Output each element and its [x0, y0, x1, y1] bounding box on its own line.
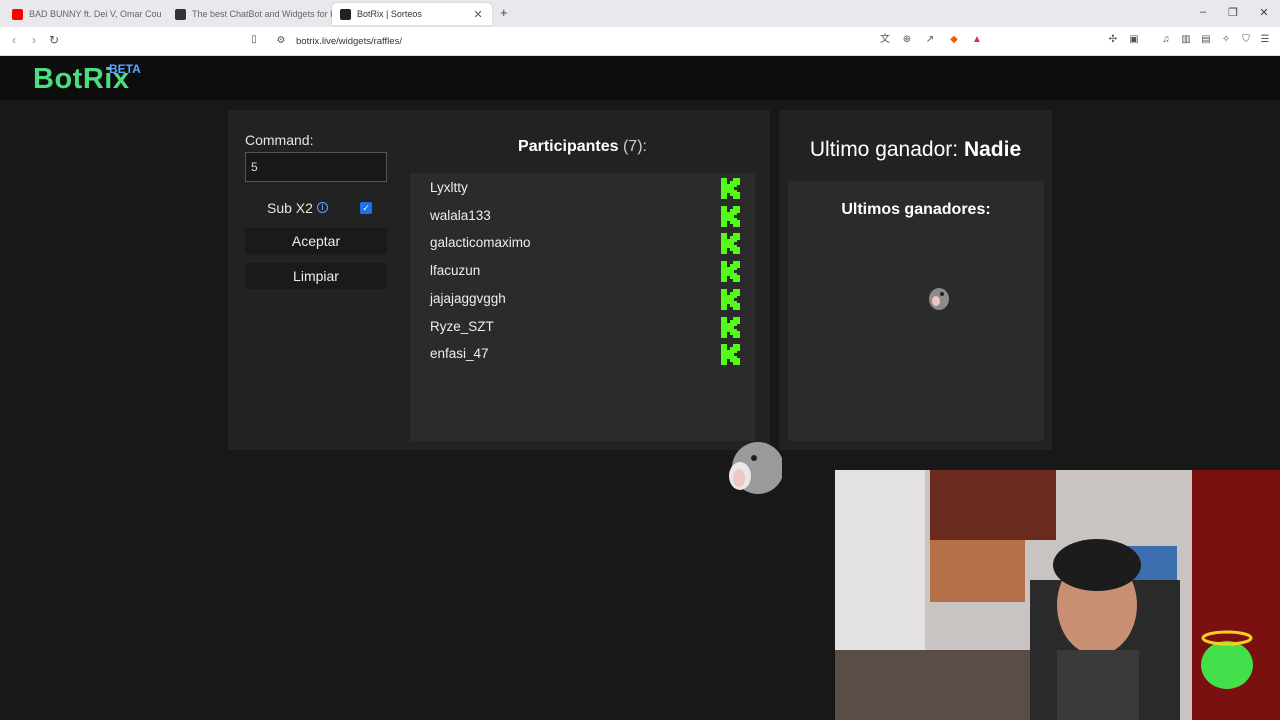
top-navbar: BotRix BETA: [0, 56, 1280, 100]
beta-badge: BETA: [109, 62, 141, 76]
participant-item: Ryze_SZT: [430, 316, 740, 339]
participants-count: (7):: [622, 138, 647, 155]
tab-title: BAD BUNNY ft. Dei V, Omar Cou: [29, 9, 162, 19]
fish-icon: [929, 288, 949, 310]
restore-icon[interactable]: ❐: [1225, 6, 1241, 19]
participant-item: enfasi_47: [430, 344, 740, 366]
youtube-icon: [12, 8, 23, 20]
page: BotRix BETA Command: Sub X2 i ✓ Aceptar …: [0, 56, 1280, 720]
winners-list: Ultimos ganadores:: [788, 181, 1044, 441]
participant-name: Lyxltty: [430, 180, 468, 195]
participants-title-text: Participantes: [518, 138, 619, 155]
last-winner-name: Nadie: [963, 138, 1022, 161]
zoom-icon[interactable]: ⊕: [901, 34, 913, 46]
browser-toolbar: ‹ › ↻ ▯ ⚙ botrix.live/widgets/raffles/ 文…: [0, 27, 1280, 56]
browser-tab-bar: BAD BUNNY ft. Dei V, Omar Cou The best C…: [0, 0, 1280, 27]
participant-name: enfasi_47: [430, 346, 489, 362]
participant-name: Ryze_SZT: [430, 318, 494, 334]
leo-ai-icon[interactable]: ✧: [1220, 34, 1232, 46]
participant-item: Lyxltty: [430, 178, 740, 200]
winners-panel: Ultimo ganador: Nadie Ultimos ganadores:: [779, 110, 1052, 450]
last-winner-label: Ultimo ganador:: [809, 138, 959, 161]
forward-icon[interactable]: ›: [26, 33, 42, 47]
kick-icon: [721, 344, 740, 366]
webcam-image: [835, 470, 1280, 720]
command-input[interactable]: [245, 152, 387, 182]
botrix-favicon-icon: [175, 8, 186, 20]
participant-name: galacticomaximo: [430, 235, 531, 251]
webcam-overlay: [835, 470, 1280, 720]
kick-icon: [721, 205, 740, 227]
bookmark-icon[interactable]: ▯: [248, 34, 260, 46]
winners-list-title: Ultimos ganadores:: [841, 201, 991, 218]
participants-list: Lyxltty walala133 galacticomaximo lfacuzun j…: [410, 173, 755, 441]
participant-item: galacticomaximo: [430, 233, 740, 255]
extensions-icon[interactable]: ✣: [1107, 34, 1119, 46]
kick-icon: [721, 233, 740, 255]
kick-icon: [721, 261, 740, 283]
new-tab-icon[interactable]: +: [500, 5, 508, 20]
sub-x2-row: Sub X2 i ✓: [245, 198, 387, 218]
share-icon[interactable]: ↗: [924, 34, 936, 46]
clear-button[interactable]: Limpiar: [245, 263, 387, 289]
kick-icon: [721, 178, 740, 199]
participant-name: jajajaggvggh: [430, 290, 506, 306]
vpn-icon[interactable]: ⛉: [1240, 34, 1252, 46]
kick-icon: [721, 288, 740, 310]
tab-title: The best ChatBot and Widgets for K: [192, 9, 332, 19]
minimize-icon[interactable]: –: [1195, 6, 1211, 18]
accept-button[interactable]: Aceptar: [245, 228, 387, 254]
sub-x2-label: Sub X2: [267, 200, 313, 216]
translate-icon[interactable]: 文: [879, 34, 891, 46]
participant-item: lfacuzun: [430, 261, 740, 283]
last-winner: Ultimo ganador: Nadie: [779, 138, 1052, 162]
site-settings-icon[interactable]: ⚙: [275, 35, 287, 47]
shield-icon[interactable]: ◆: [948, 34, 960, 46]
command-label: Command:: [245, 132, 314, 148]
participant-name: walala133: [430, 207, 491, 223]
reload-icon[interactable]: ↻: [46, 33, 62, 47]
fish-icon: [729, 442, 782, 494]
sub-x2-checkbox[interactable]: ✓: [360, 202, 372, 214]
url-text: botrix.live/widgets/raffles/: [296, 36, 402, 47]
music-icon[interactable]: ♫: [1160, 34, 1172, 46]
menu-icon[interactable]: ☰: [1259, 34, 1271, 46]
close-window-icon[interactable]: ✕: [1256, 6, 1272, 19]
participant-item: walala133: [430, 205, 740, 228]
tab-title: BotRix | Sorteos: [357, 9, 422, 19]
kick-icon: [721, 316, 740, 338]
wallet-icon[interactable]: ▤: [1200, 34, 1212, 46]
close-icon[interactable]: ✕: [472, 8, 484, 21]
sidebar-icon[interactable]: ▥: [1180, 34, 1192, 46]
botrix-favicon-icon: [340, 8, 351, 20]
participants-title: Participantes (7):: [410, 138, 755, 156]
participant-name: lfacuzun: [430, 263, 481, 279]
browser-tab-2[interactable]: The best ChatBot and Widgets for K: [167, 3, 340, 25]
raffle-panel: Command: Sub X2 i ✓ Aceptar Limpiar Part…: [228, 110, 770, 450]
info-icon[interactable]: i: [317, 202, 328, 213]
browser-tab-1[interactable]: BAD BUNNY ft. Dei V, Omar Cou: [4, 3, 177, 25]
browser-tab-3[interactable]: BotRix | Sorteos ✕: [332, 3, 492, 25]
screenshot-icon[interactable]: ▣: [1128, 34, 1140, 46]
participant-item: jajajaggvggh: [430, 288, 740, 311]
rewards-icon[interactable]: ▲: [971, 34, 983, 46]
back-icon[interactable]: ‹: [6, 33, 22, 47]
